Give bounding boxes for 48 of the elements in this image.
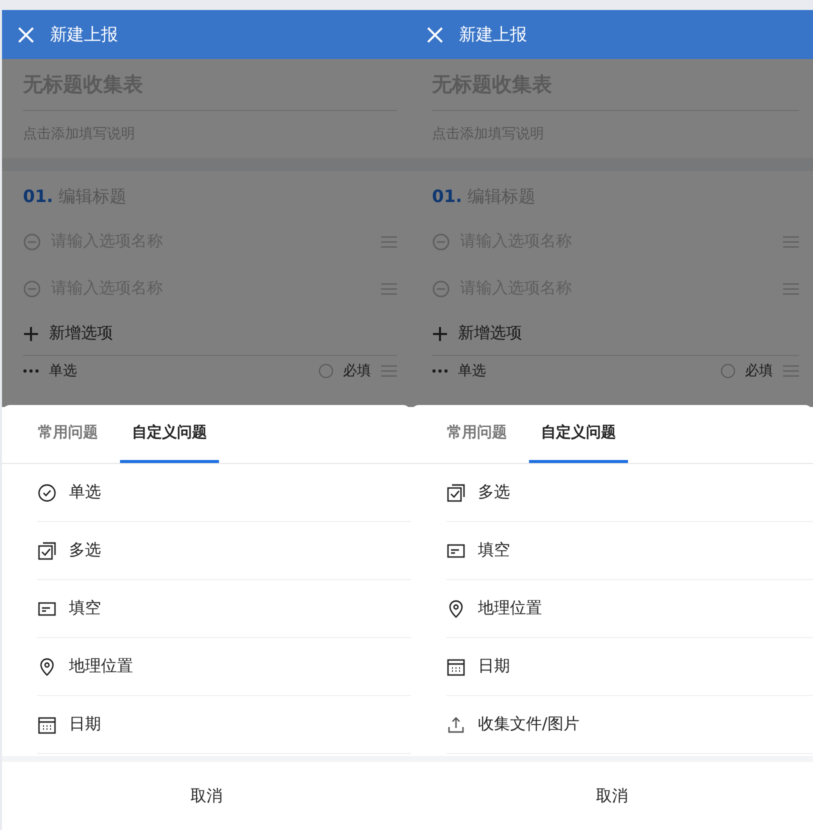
required-radio[interactable]: [319, 364, 333, 378]
question-type: 单选: [49, 362, 78, 380]
drag-handle-icon[interactable]: [783, 282, 799, 294]
more-icon[interactable]: [432, 369, 448, 373]
upload-icon: [446, 714, 466, 734]
question-type: 单选: [458, 362, 487, 380]
question-type-item[interactable]: 地理位置: [478, 598, 542, 619]
page-title: 新建上报: [459, 24, 527, 46]
drag-handle-icon[interactable]: [381, 282, 397, 294]
required-radio[interactable]: [721, 364, 735, 378]
question-type-item[interactable]: 填空: [478, 540, 510, 561]
page-title: 新建上报: [50, 24, 118, 46]
question-type-item[interactable]: 多选: [69, 540, 101, 561]
more-icon[interactable]: [23, 369, 39, 373]
remove-icon[interactable]: [23, 280, 41, 298]
checkbox-icon: [446, 482, 466, 502]
add-option-link[interactable]: 新增选项: [458, 323, 522, 344]
question-type-item[interactable]: 日期: [478, 656, 510, 677]
question-type-item[interactable]: 日期: [69, 714, 101, 735]
close-icon[interactable]: [427, 26, 443, 42]
question-type-item[interactable]: 多选: [478, 482, 510, 503]
calendar-icon: [37, 714, 57, 734]
calendar-icon: [446, 656, 466, 676]
plus-icon[interactable]: [432, 326, 448, 342]
sheet-tab[interactable]: 常用问题: [26, 405, 110, 463]
sheet-tab[interactable]: 常用问题: [435, 405, 519, 463]
remove-icon[interactable]: [432, 232, 450, 250]
required-label: 必填: [745, 362, 773, 380]
question-type-item[interactable]: 地理位置: [69, 656, 133, 677]
required-label: 必填: [343, 362, 371, 380]
checkbox-icon: [37, 540, 57, 560]
drag-handle-icon[interactable]: [381, 236, 397, 248]
plus-icon[interactable]: [23, 326, 39, 342]
check-circle-icon: [37, 482, 57, 502]
cancel-button[interactable]: 取消: [150, 770, 262, 822]
drag-handle-icon[interactable]: [381, 365, 397, 377]
remove-icon[interactable]: [432, 280, 450, 298]
sheet-tab[interactable]: 自定义问题: [529, 405, 628, 463]
drag-handle-icon[interactable]: [783, 236, 799, 248]
remove-icon[interactable]: [23, 232, 41, 250]
add-option-link[interactable]: 新增选项: [49, 323, 113, 344]
question-type-item[interactable]: 单选: [69, 482, 101, 503]
cancel-button[interactable]: 取消: [556, 770, 668, 822]
close-icon[interactable]: [18, 26, 34, 42]
drag-handle-icon[interactable]: [783, 365, 799, 377]
question-type-item[interactable]: 填空: [69, 598, 101, 619]
sheet-tab[interactable]: 自定义问题: [120, 405, 219, 463]
question-type-item[interactable]: 收集文件/图片: [478, 714, 580, 735]
